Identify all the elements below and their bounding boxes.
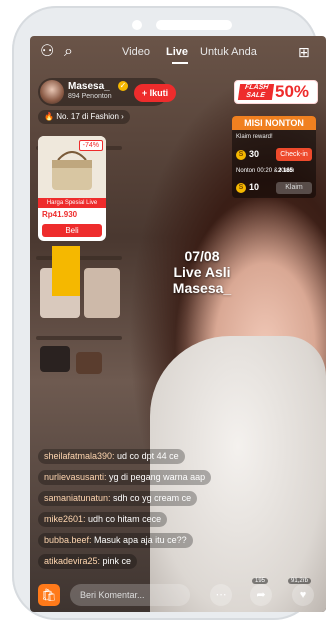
arrow-graphic: [52, 246, 80, 296]
special-price-label: Harga Spesial Live: [38, 198, 106, 208]
mission-title: MISI NONTON: [232, 116, 316, 130]
comment-text: sdh co yg cream ce: [110, 493, 192, 503]
watch-mission-widget[interactable]: MISI NONTON Klaim reward! S 30 Check-in …: [232, 116, 316, 198]
claim-button[interactable]: Klaim: [276, 182, 312, 194]
tab-live[interactable]: Live: [166, 46, 188, 58]
coin-reward: 30: [249, 149, 260, 159]
comment-item: atikadevira25: pink ce: [38, 554, 138, 569]
flash-label: FLASH: [244, 84, 269, 91]
product-card[interactable]: -74% Harga Spesial Live Rp41.930 Beli: [38, 136, 106, 241]
comment-item: sheilafatmala390: ud co dpt 44 ce: [38, 449, 185, 464]
host-name: Masesa_: [68, 81, 110, 92]
comment-text: pink ce: [100, 556, 132, 566]
verified-icon: ✓: [118, 81, 128, 91]
sale-label: SALE: [245, 92, 266, 99]
flash-sale-percent: 50%: [275, 82, 310, 101]
bottom-bar: 🛍 Beri Komentar... ⋯ ➦ 195 ♥ 91,2rb: [30, 578, 326, 612]
rank-badge[interactable]: 🔥 No. 17 di Fashion ›: [38, 110, 130, 124]
comment-item: samaniatunatun: sdh co yg cream ce: [38, 491, 198, 506]
comment-text: ud co dpt 44 ce: [114, 451, 179, 461]
comment-text: yg di pegang warna aap: [106, 472, 206, 482]
overlay-line: Masesa_: [172, 280, 232, 296]
stream-overlay-text: 07/08 Live Asli Masesa_: [162, 248, 242, 296]
coin-icon: S: [236, 183, 246, 193]
fire-icon: 🔥: [44, 112, 54, 121]
coin-reward: 10: [249, 182, 260, 192]
comment-text: Masuk apa aja itu ce??: [91, 535, 187, 545]
follow-button[interactable]: + Ikuti: [134, 84, 176, 102]
tab-for-you[interactable]: Untuk Anda: [200, 46, 257, 58]
rank-label: No. 17 di Fashion: [56, 112, 119, 121]
profile-icon[interactable]: ⚇: [40, 44, 54, 60]
comment-item: bubba.beef: Masuk apa aja itu ce??: [38, 533, 193, 548]
viewer-count: 894 Penonton: [68, 93, 112, 100]
comment-input[interactable]: Beri Komentar...: [70, 584, 190, 606]
upload-icon[interactable]: ⊞: [298, 44, 310, 60]
comment-user[interactable]: mike2601:: [44, 514, 86, 524]
share-count: 195: [252, 578, 269, 584]
coin-icon: S: [236, 150, 246, 160]
comment-user[interactable]: atikadevira25:: [44, 556, 100, 566]
bag-image: [84, 268, 120, 318]
shelf: [36, 336, 122, 340]
flash-sale-tag: FLASH SALE: [237, 84, 275, 100]
comment-user[interactable]: samaniatunatun:: [44, 493, 111, 503]
comment-feed: sheilafatmala390: ud co dpt 44 ce nurlie…: [38, 446, 278, 572]
chevron-right-icon: ›: [121, 112, 124, 121]
product-price: Rp41.930: [42, 210, 78, 219]
active-tab-indicator: [172, 62, 188, 64]
avatar[interactable]: [40, 80, 64, 104]
more-icon[interactable]: ⋯: [210, 584, 232, 606]
comment-user[interactable]: bubba.beef:: [44, 535, 92, 545]
comment-user[interactable]: nurlievasusanti:: [44, 472, 107, 482]
discount-badge: -74%: [78, 140, 103, 151]
comment-item: nurlievasusanti: yg di pegang warna aap: [38, 470, 212, 485]
comment-item: mike2601: udh co hitam cece: [38, 512, 168, 527]
comment-user[interactable]: sheilafatmala390:: [44, 451, 115, 461]
camera-dot: [132, 20, 142, 30]
heart-icon[interactable]: ♥: [292, 584, 314, 606]
live-stream-screen: ⚇ ⌕ Video Live Untuk Anda ⊞ Masesa_ ✓ 89…: [30, 36, 326, 612]
speaker-bar: [156, 20, 232, 30]
bag-image: [76, 352, 102, 374]
tab-video[interactable]: Video: [122, 46, 150, 58]
overlay-line: 07/08: [184, 248, 220, 264]
search-icon[interactable]: ⌕: [64, 44, 73, 60]
share-icon[interactable]: ➦: [250, 584, 272, 606]
host-info[interactable]: Masesa_ ✓ 894 Penonton + Ikuti: [38, 78, 176, 106]
checkin-button[interactable]: Check-in: [276, 148, 312, 161]
flash-sale-banner[interactable]: FLASH SALE 50%: [234, 80, 318, 104]
top-navigation: ⚇ ⌕ Video Live Untuk Anda ⊞: [30, 36, 326, 68]
buy-button[interactable]: Beli: [42, 224, 102, 237]
comment-text: udh co hitam cece: [85, 514, 162, 524]
bag-image: [40, 346, 70, 372]
like-count: 91,2rb: [288, 578, 312, 584]
mission-mini-badges: 2 165: [278, 168, 294, 174]
mission-subtitle: Klaim reward!: [236, 134, 273, 140]
shopping-bag-icon[interactable]: 🛍: [38, 584, 60, 606]
overlay-line: Live Asli: [173, 264, 231, 280]
